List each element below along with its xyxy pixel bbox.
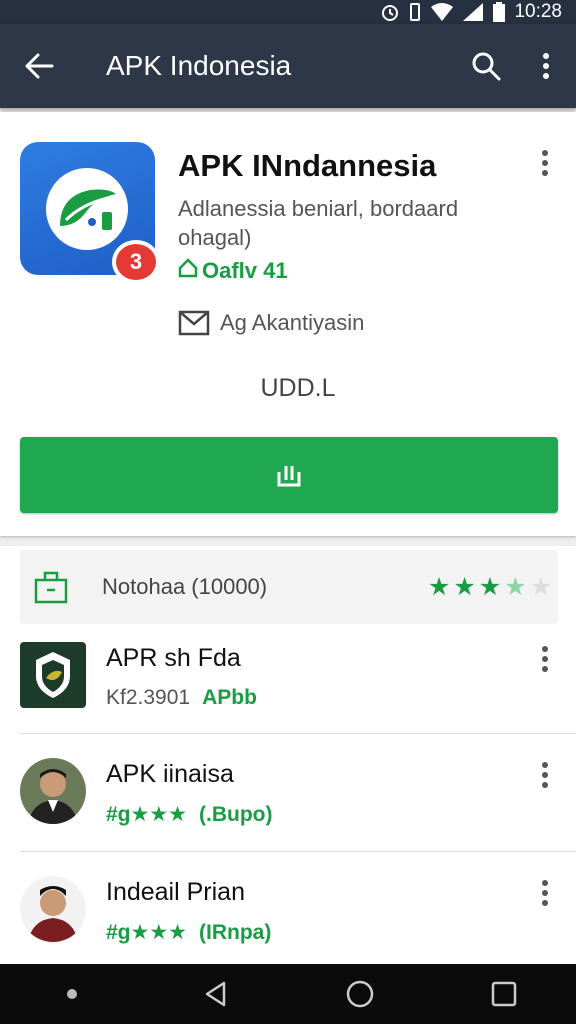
reviews-label: Notohaa (10000) [102,574,268,599]
battery-icon [492,2,506,22]
star-rating: ★ ★ ★ ★ ★ [428,572,558,602]
app-bar: APK Indonesia [0,24,576,108]
star-icon: ★ [478,573,502,601]
list-item-meta: #g★★★ (IRnpa) [106,920,271,945]
more-vert-icon [542,762,548,788]
alarm-icon [380,2,400,22]
list-item[interactable]: APR sh Fda Kf2.3901 APbb [0,618,576,735]
list-item-more-button[interactable] [530,878,560,908]
status-bar: 10:28 [0,0,576,24]
square-recents-icon [491,981,517,1007]
list-item-size: Kf2.3901 [106,686,191,709]
app-rating-line: Oaflv 41 [178,258,288,284]
overflow-menu-button[interactable] [516,24,576,108]
nav-recents-button[interactable] [474,964,534,1024]
list-item-name: APR sh Fda [106,644,241,672]
related-list: Notohaa (10000) ★ ★ ★ ★ ★ APR sh Fda Kf2… [0,546,576,966]
wifi-icon [430,2,454,22]
signal-icon [462,2,484,22]
vibrate-icon [408,2,422,22]
more-vert-icon [542,646,548,672]
list-item-prefix: #g★★★ [106,803,187,826]
download-icon [277,466,301,487]
app-more-button[interactable] [530,148,560,178]
app-detail-card: 3 APK INndannesia Adlanessia beniarl, bo… [0,112,576,536]
list-item-name: Indeail Prian [106,878,245,906]
list-item-tag: (.Bupo) [199,802,273,826]
list-item[interactable]: Indeail Prian #g★★★ (IRnpa) [0,852,576,969]
app-bar-title: APK Indonesia [106,50,292,81]
triangle-back-icon [205,981,226,1007]
star-empty-icon: ★ [529,573,552,601]
nav-home-button[interactable] [330,964,390,1024]
list-item-name: APK iinaisa [106,760,234,788]
dot-icon [67,989,77,999]
app-size: UDD.L [260,374,336,402]
notification-badge: 3 [112,240,160,284]
search-button[interactable] [456,24,516,108]
list-item-meta: #g★★★ (.Bupo) [106,802,272,827]
list-item-meta: Kf2.3901 APbb [106,686,257,710]
app-rating-text: Oaflv 41 [202,258,288,283]
arrow-left-icon [25,53,54,79]
shopping-bag-icon [20,570,82,604]
list-item-prefix: #g★★★ [106,921,187,944]
star-half-icon: ★ [504,573,527,601]
reviews-row[interactable]: Notohaa (10000) ★ ★ ★ ★ ★ [20,550,558,624]
list-item-tag: (IRnpa) [199,920,272,944]
star-icon: ★★★ [130,921,187,944]
circle-home-icon [346,980,374,1008]
nav-back-button[interactable] [186,964,246,1024]
list-item-tag: APbb [202,686,257,709]
mail-icon [178,310,210,336]
system-nav-bar [0,964,576,1024]
list-item-more-button[interactable] [530,644,560,674]
contact-row[interactable]: Ag Akantiyasin [178,310,364,336]
contact-text: Ag Akantiyasin [220,310,365,335]
list-item-more-button[interactable] [530,760,560,790]
status-time: 10:28 [514,1,562,22]
avatar [20,758,86,824]
search-icon [472,52,501,81]
app-title: APK INndannesia [178,148,437,183]
more-vert-icon [543,53,549,79]
leaf-logo-icon [60,189,116,230]
app-subtitle: Adlanessia beniarl, bordaard ohagal) [178,196,459,250]
install-button[interactable] [20,437,558,513]
list-item[interactable]: APK iinaisa #g★★★ (.Bupo) [0,734,576,851]
back-button[interactable] [0,24,78,108]
nav-dot-button[interactable] [42,964,102,1024]
star-icon: ★ [427,573,451,601]
more-vert-icon [542,150,548,176]
star-icon: ★★★ [130,803,187,826]
home-icon [178,258,198,284]
avatar [20,876,86,942]
shield-app-icon [20,642,86,708]
star-icon: ★ [453,573,476,601]
more-vert-icon [542,880,548,906]
